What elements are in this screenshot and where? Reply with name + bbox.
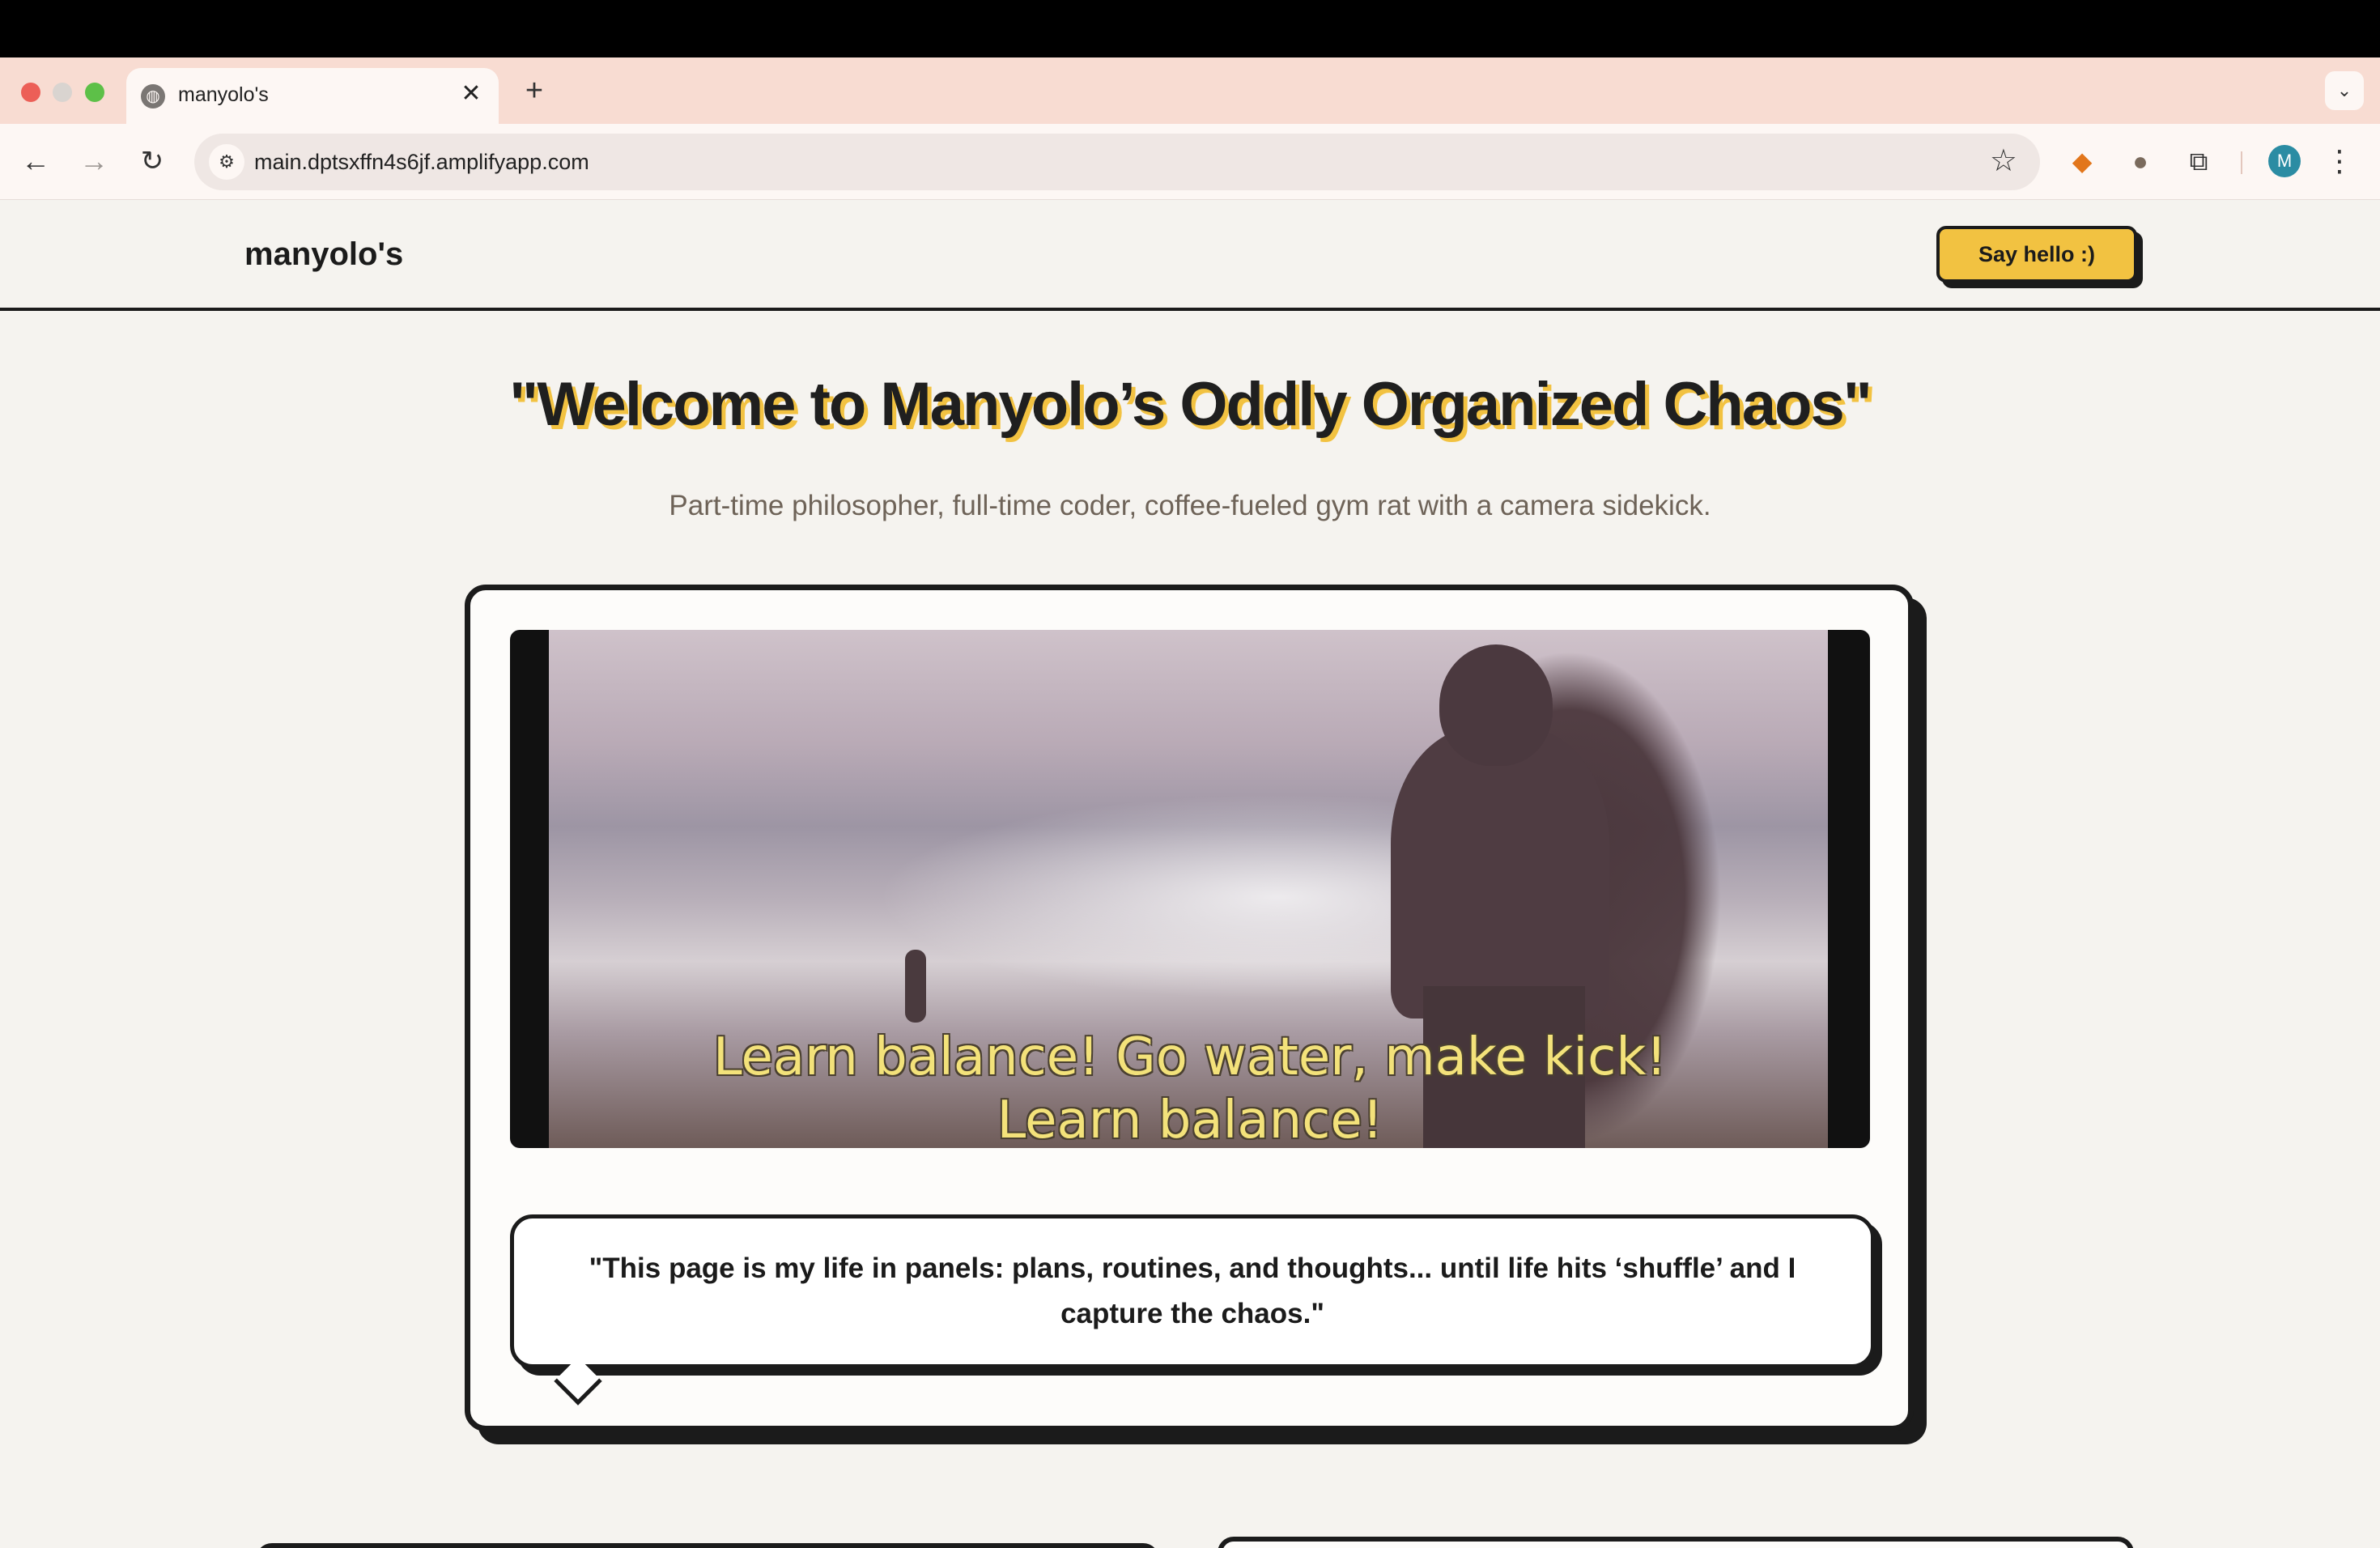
- video-subtitle-line-1: Learn balance! Go water, make kick!: [712, 1027, 1668, 1087]
- reload-button[interactable]: ↻: [133, 142, 172, 181]
- browser-toolbar: ← → ↻ ⚙ main.dptsxffn4s6jf.amplifyapp.co…: [0, 124, 2380, 200]
- site-brand[interactable]: manyolo's: [244, 234, 403, 274]
- browser-tab-active[interactable]: ◍ manyolo's ✕: [126, 68, 499, 124]
- toolbar-divider: [2241, 151, 2242, 174]
- say-hello-button[interactable]: Say hello :): [1936, 226, 2137, 283]
- distant-figure: [905, 950, 926, 1023]
- video-player[interactable]: Learn balance! Go water, make kick! Lear…: [510, 630, 1870, 1148]
- foreground-figure: [1391, 727, 1609, 1019]
- os-menu-bar: [0, 0, 2380, 57]
- close-tab-icon[interactable]: ✕: [455, 78, 487, 110]
- browser-menu-icon[interactable]: ⋮: [2323, 142, 2356, 181]
- fox-extension-icon[interactable]: ◆: [2063, 142, 2102, 181]
- close-window-button[interactable]: [21, 83, 40, 102]
- tab-search-button[interactable]: ⌄: [2325, 71, 2364, 110]
- back-button[interactable]: ←: [16, 142, 55, 181]
- address-bar[interactable]: ⚙ main.dptsxffn4s6jf.amplifyapp.com ☆: [194, 134, 2040, 190]
- content-card-right: [1218, 1537, 2134, 1548]
- puzzle-extensions-icon[interactable]: ⧉: [2179, 142, 2218, 181]
- site-header: manyolo's Say hello :): [0, 200, 2380, 311]
- forward-button[interactable]: →: [74, 142, 113, 181]
- globe-icon: ◍: [141, 84, 165, 108]
- intro-panel: Learn balance! Go water, make kick! Lear…: [465, 585, 1914, 1431]
- tab-title: manyolo's: [178, 83, 269, 106]
- site-info-icon[interactable]: ⚙: [209, 144, 244, 180]
- content-card-left: [256, 1543, 1159, 1548]
- minimize-window-button[interactable]: [53, 83, 72, 102]
- video-subtitle-line-2: Learn balance!: [997, 1091, 1383, 1148]
- page-subtitle: Part-time philosopher, full-time coder, …: [669, 490, 1711, 521]
- owl-extension-icon[interactable]: ●: [2121, 142, 2160, 181]
- quote-speech-bubble: "This page is my life in panels: plans, …: [510, 1214, 1875, 1406]
- page-title: "Welcome to Manyolo’s Oddly Organized Ch…: [509, 370, 1872, 439]
- speech-bubble-tail: [554, 1357, 602, 1406]
- profile-avatar[interactable]: M: [2268, 145, 2301, 177]
- foreground-figure-head: [1439, 644, 1553, 766]
- url-text[interactable]: main.dptsxffn4s6jf.amplifyapp.com: [254, 147, 589, 176]
- new-tab-button[interactable]: +: [518, 74, 550, 107]
- bookmark-star-icon[interactable]: ☆: [1990, 143, 2017, 179]
- quote-text: "This page is my life in panels: plans, …: [589, 1252, 1796, 1329]
- maximize-window-button[interactable]: [85, 83, 104, 102]
